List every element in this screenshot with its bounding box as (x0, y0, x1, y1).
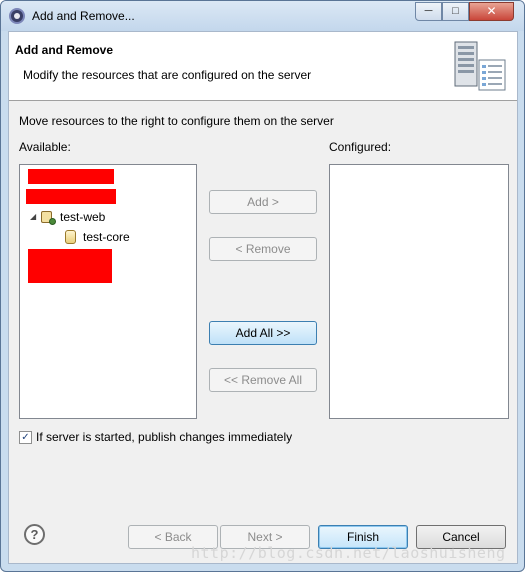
close-button[interactable]: ✕ (469, 2, 514, 21)
window-title: Add and Remove... (32, 9, 135, 23)
expand-toggle-icon[interactable]: ◢ (30, 212, 40, 221)
title-bar[interactable]: Add and Remove... ─ □ ✕ (1, 1, 524, 31)
eclipse-app-icon (9, 8, 25, 24)
minimize-button[interactable]: ─ (415, 2, 442, 21)
dialog-content: Add and Remove Modify the resources that… (8, 31, 518, 564)
help-icon[interactable]: ? (24, 524, 45, 545)
maximize-button[interactable]: □ (442, 2, 469, 21)
configured-list[interactable] (329, 164, 509, 419)
publish-option[interactable]: ✓ If server is started, publish changes … (19, 430, 292, 444)
add-button[interactable]: Add > (209, 190, 317, 214)
tree-item-label: test-core (83, 229, 130, 244)
remove-all-button[interactable]: << Remove All (209, 368, 317, 392)
tree-item-test-core[interactable]: test-core (65, 228, 130, 245)
publish-checkbox-label: If server is started, publish changes im… (36, 430, 293, 444)
instruction-text: Move resources to the right to configure… (19, 114, 334, 128)
available-label: Available: (19, 140, 71, 154)
add-all-button[interactable]: Add All >> (209, 321, 317, 345)
tree-item-test-web[interactable]: ◢ test-web (30, 208, 105, 225)
dialog-window: Add and Remove... ─ □ ✕ Add and Remove M… (0, 0, 525, 572)
remove-button[interactable]: < Remove (209, 237, 317, 261)
redacted-item (26, 189, 116, 204)
banner-title: Add and Remove (15, 43, 114, 57)
publish-checkbox[interactable]: ✓ (19, 430, 32, 444)
server-icon (454, 41, 506, 91)
watermark-text: http://blog.csdn.net/laoshuisheng (191, 544, 506, 562)
available-list[interactable]: ◢ test-web test-core (19, 164, 197, 419)
jar-icon (65, 229, 76, 244)
configured-label: Configured: (329, 140, 392, 154)
web-project-icon (40, 210, 56, 225)
tree-item-label: test-web (60, 209, 106, 224)
redacted-item (28, 249, 112, 283)
banner-description: Modify the resources that are configured… (23, 68, 312, 82)
wizard-banner: Add and Remove Modify the resources that… (9, 32, 517, 101)
redacted-item (28, 169, 114, 184)
